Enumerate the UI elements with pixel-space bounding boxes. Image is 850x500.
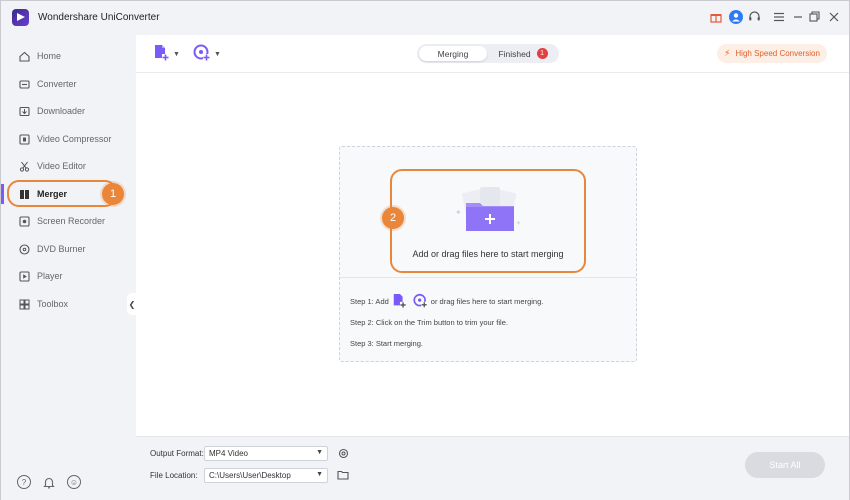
- drop-zone-text: Add or drag files here to start merging: [412, 249, 564, 259]
- app-window: Wondershare UniConverter Home Converter …: [0, 0, 850, 500]
- output-format-value: MP4 Video: [209, 449, 248, 458]
- player-icon: [18, 270, 30, 282]
- toolbar-divider: [136, 72, 849, 73]
- close-icon[interactable]: [826, 9, 841, 24]
- file-location-select[interactable]: C:\Users\User\Desktop ▼: [204, 468, 328, 483]
- start-all-button[interactable]: Start All: [745, 452, 825, 478]
- high-speed-label: High Speed Conversion: [735, 49, 820, 58]
- sidebar-item-converter[interactable]: Converter: [1, 72, 136, 96]
- chevron-down-icon: ▼: [173, 50, 180, 58]
- sidebar-item-label: Video Compressor: [37, 134, 112, 144]
- step-3: Step 3: Start merging.: [350, 339, 423, 348]
- maximize-icon[interactable]: [807, 9, 822, 24]
- step-2: Step 2: Click on the Trim button to trim…: [350, 318, 508, 327]
- headset-icon[interactable]: [747, 9, 762, 24]
- file-location-value: C:\Users\User\Desktop: [209, 471, 291, 480]
- callout-badge-1: 1: [102, 183, 124, 205]
- compressor-icon: [18, 133, 30, 145]
- drop-zone-divider: [340, 277, 636, 278]
- menu-icon[interactable]: [771, 9, 786, 24]
- home-icon: [18, 50, 30, 62]
- user-icon[interactable]: [728, 9, 743, 24]
- merger-callout-highlight: [7, 180, 117, 207]
- step-1-prefix: Step 1: Add: [350, 296, 389, 306]
- feedback-icon[interactable]: ☺: [67, 475, 81, 489]
- tab-finished-label: Finished: [498, 48, 531, 59]
- chevron-left-icon: ❮: [128, 299, 136, 309]
- converter-icon: [18, 78, 30, 90]
- downloader-icon: [18, 105, 30, 117]
- bell-icon[interactable]: [42, 475, 56, 489]
- lightning-icon: ⚡: [724, 48, 731, 58]
- main-panel: ▼ ▼ Merging Finished 1 ⚡ High Speed Conv…: [136, 35, 849, 500]
- sidebar-item-label: Downloader: [37, 106, 86, 116]
- merge-status-tabs: Merging Finished 1: [417, 44, 559, 63]
- add-file-icon: [153, 44, 170, 64]
- sidebar-item-label: Player: [37, 271, 63, 281]
- sidebar-item-screen-recorder[interactable]: Screen Recorder: [1, 209, 136, 233]
- drop-target-highlight[interactable]: ✦ ✦ Add or drag files here to start merg…: [390, 169, 586, 273]
- step-1-suffix: or drag files here to start merging.: [430, 296, 544, 306]
- drop-zone[interactable]: ✦ ✦ Add or drag files here to start merg…: [339, 146, 637, 362]
- footer-bar: Output Format: MP4 Video ▼ File Location…: [136, 436, 849, 500]
- sidebar-item-label: Video Editor: [37, 161, 86, 171]
- sidebar-item-toolbox[interactable]: Toolbox: [1, 292, 136, 316]
- sidebar-item-label: Screen Recorder: [37, 216, 106, 226]
- svg-text:✦: ✦: [455, 208, 462, 217]
- tab-merging[interactable]: Merging: [419, 46, 487, 61]
- tab-finished[interactable]: Finished 1: [489, 46, 557, 61]
- sidebar-item-label: Home: [37, 51, 62, 61]
- high-speed-conversion-button[interactable]: ⚡ High Speed Conversion: [717, 44, 827, 63]
- chevron-down-icon: ▼: [214, 50, 221, 58]
- finished-count-badge: 1: [536, 48, 548, 59]
- sidebar-item-player[interactable]: Player: [1, 264, 136, 288]
- sidebar-item-label: Toolbox: [37, 299, 69, 309]
- toolbox-icon: [18, 298, 30, 310]
- chevron-down-icon: ▼: [316, 449, 323, 456]
- chevron-down-icon: ▼: [316, 471, 323, 478]
- sidebar-bottom-icons: ? ☺: [1, 470, 136, 500]
- sidebar-item-label: Converter: [37, 79, 77, 89]
- folder-icon[interactable]: [337, 469, 349, 481]
- tab-merging-label: Merging: [437, 48, 469, 59]
- sidebar-item-home[interactable]: Home: [1, 44, 136, 68]
- step-1: Step 1: Add or drag files here to start …: [350, 293, 543, 309]
- output-format-select[interactable]: MP4 Video ▼: [204, 446, 328, 461]
- sidebar-item-downloader[interactable]: Downloader: [1, 99, 136, 123]
- scissors-icon: [18, 160, 30, 172]
- gift-icon[interactable]: [708, 9, 723, 24]
- add-file-icon[interactable]: [392, 293, 407, 309]
- screen-recorder-icon: [18, 215, 30, 227]
- sidebar: Home Converter Downloader Video Compress…: [1, 35, 137, 500]
- add-file-button[interactable]: ▼: [153, 44, 180, 64]
- add-media-button[interactable]: ▼: [193, 44, 221, 64]
- add-media-icon[interactable]: [413, 293, 428, 309]
- sidebar-item-dvd-burner[interactable]: DVD Burner: [1, 237, 136, 261]
- callout-badge-2: 2: [382, 207, 404, 229]
- sidebar-item-video-editor[interactable]: Video Editor: [1, 154, 136, 178]
- sidebar-item-label: DVD Burner: [37, 244, 86, 254]
- app-logo: [12, 9, 29, 26]
- folder-add-icon: ✦ ✦: [450, 185, 528, 235]
- settings-icon[interactable]: [337, 447, 349, 459]
- add-media-icon: [193, 44, 211, 64]
- disc-icon: [18, 243, 30, 255]
- svg-text:✦: ✦: [516, 220, 521, 227]
- help-icon[interactable]: ?: [17, 475, 31, 489]
- output-format-label: Output Format:: [150, 449, 204, 458]
- file-location-label: File Location:: [150, 471, 198, 480]
- titlebar: Wondershare UniConverter: [1, 1, 849, 35]
- app-title: Wondershare UniConverter: [38, 12, 160, 23]
- minimize-icon[interactable]: [790, 9, 805, 24]
- sidebar-item-video-compressor[interactable]: Video Compressor: [1, 127, 136, 151]
